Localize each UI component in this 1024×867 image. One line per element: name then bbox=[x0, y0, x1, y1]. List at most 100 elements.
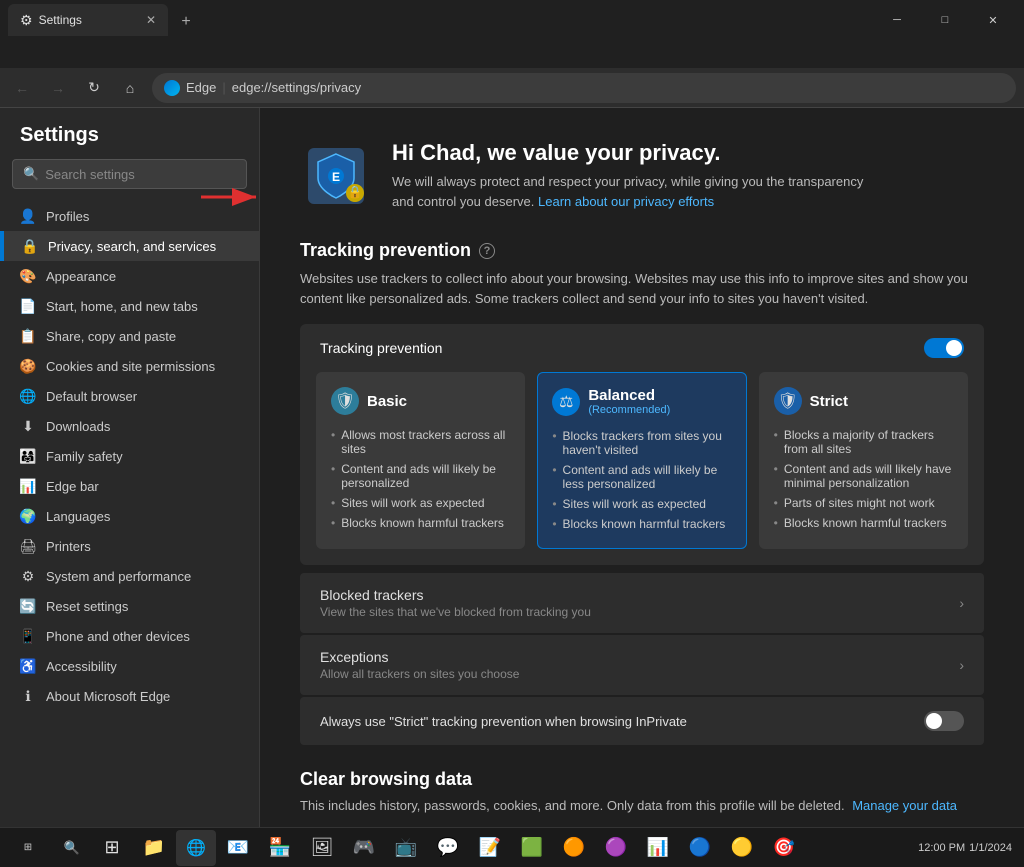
tracking-heading-text: Tracking prevention bbox=[300, 240, 471, 261]
maximize-button[interactable]: □ bbox=[922, 4, 968, 36]
clear-desc: This includes history, passwords, cookie… bbox=[300, 798, 984, 813]
sidebar-item-family-safety[interactable]: 👨‍👩‍👧 Family safety bbox=[0, 441, 259, 471]
app-layout: Settings 🔍 👤 Profiles 🔒 Privacy, search,… bbox=[0, 108, 1024, 827]
sidebar-item-downloads[interactable]: ⬇ Downloads bbox=[0, 411, 259, 441]
back-button[interactable]: ← bbox=[8, 74, 36, 102]
svg-text:E: E bbox=[332, 170, 340, 184]
appearance-icon: 🎨 bbox=[20, 268, 36, 284]
taskbar-app-notes[interactable]: 📝 bbox=[470, 830, 510, 866]
basic-card-bullets: Allows most trackers across all sites Co… bbox=[331, 425, 510, 533]
sidebar-item-label: Accessibility bbox=[46, 659, 117, 674]
sidebar-item-label: Reset settings bbox=[46, 599, 128, 614]
exceptions-row[interactable]: Exceptions Allow all trackers on sites y… bbox=[300, 635, 984, 695]
taskbar-app-widgets[interactable]: ⊞ bbox=[92, 830, 132, 866]
taskbar-app-store[interactable]: 🏪 bbox=[260, 830, 300, 866]
edge-taskbar-icon: 🌐 bbox=[186, 838, 206, 858]
card-header-balanced: ⚖ Balanced (Recommended) bbox=[552, 387, 731, 416]
taskbar: ⊞ 🔍 ⊞ 📁 🌐 📧 🏪 🖼 🎮 📺 💬 📝 🟩 🟠 🟣 📊 🔵 🟡 🎯 12… bbox=[0, 827, 1024, 867]
strict-bullet-2: Content and ads will likely have minimal… bbox=[774, 459, 953, 493]
basic-card-title: Basic bbox=[367, 393, 407, 410]
sidebar-item-profiles[interactable]: 👤 Profiles bbox=[0, 201, 259, 231]
basic-bullet-3: Sites will work as expected bbox=[331, 493, 510, 513]
privacy-header: E 🔒 Hi Chad, we value your privacy. We w… bbox=[300, 140, 984, 212]
taskbar-time: 12:00 PM bbox=[918, 842, 965, 854]
title-bar: ⚙ Settings ✕ + ─ □ ✕ bbox=[0, 0, 1024, 32]
sidebar-item-reset[interactable]: 🔄 Reset settings bbox=[0, 591, 259, 621]
address-bar: ← → ↻ ⌂ Edge | edge://settings/privacy bbox=[0, 68, 1024, 108]
sidebar-item-languages[interactable]: 🌍 Languages bbox=[0, 501, 259, 531]
tracking-card-strict[interactable]: 🛡 Strict Blocks a majority of trackers f… bbox=[759, 372, 968, 549]
balanced-bullet-1: Blocks trackers from sites you haven't v… bbox=[552, 426, 731, 460]
privacy-description: We will always protect and respect your … bbox=[392, 172, 863, 211]
forward-button[interactable]: → bbox=[44, 74, 72, 102]
start-label: ⊞ bbox=[24, 842, 32, 853]
taskbar-app-photos[interactable]: 🖼 bbox=[302, 830, 342, 866]
sidebar-item-phone[interactable]: 📱 Phone and other devices bbox=[0, 621, 259, 651]
taskbar-app-green[interactable]: 🟩 bbox=[512, 830, 552, 866]
exceptions-desc: Allow all trackers on sites you choose bbox=[320, 667, 519, 681]
sidebar-item-label: Default browser bbox=[46, 389, 137, 404]
minimize-button[interactable]: ─ bbox=[874, 4, 920, 36]
sidebar-item-edge-bar[interactable]: 📊 Edge bar bbox=[0, 471, 259, 501]
reload-button[interactable]: ↻ bbox=[80, 74, 108, 102]
search-box[interactable]: 🔍 bbox=[12, 159, 247, 189]
home-button[interactable]: ⌂ bbox=[116, 74, 144, 102]
tracking-panel-title: Tracking prevention bbox=[320, 340, 442, 356]
sidebar-item-label: About Microsoft Edge bbox=[46, 689, 170, 704]
taskbar-app-game[interactable]: 🎮 bbox=[344, 830, 384, 866]
balanced-card-title: Balanced bbox=[588, 387, 670, 404]
profiles-icon: 👤 bbox=[20, 208, 36, 224]
tab-close-icon[interactable]: ✕ bbox=[146, 13, 156, 27]
taskbar-app-edge[interactable]: 🌐 bbox=[176, 830, 216, 866]
edge-label: Edge bbox=[186, 80, 216, 95]
blocked-trackers-row[interactable]: Blocked trackers View the sites that we'… bbox=[300, 573, 984, 633]
sidebar-item-cookies[interactable]: 🍪 Cookies and site permissions bbox=[0, 351, 259, 381]
taskbar-app-excel[interactable]: 📊 bbox=[638, 830, 678, 866]
start-button[interactable]: ⊞ bbox=[4, 830, 52, 866]
inprivate-toggle[interactable] bbox=[924, 711, 964, 731]
tracking-card-basic[interactable]: 🛡 Basic Allows most trackers across all … bbox=[316, 372, 525, 549]
search-input[interactable] bbox=[45, 167, 236, 182]
sidebar-item-printers[interactable]: 🖨 Printers bbox=[0, 531, 259, 561]
tracking-card-balanced[interactable]: ⚖ Balanced (Recommended) Blocks trackers… bbox=[537, 372, 746, 549]
close-button[interactable]: ✕ bbox=[970, 4, 1016, 36]
taskbar-app-purple[interactable]: 🟣 bbox=[596, 830, 636, 866]
tracking-toggle[interactable] bbox=[924, 338, 964, 358]
taskbar-app-yellow[interactable]: 🟡 bbox=[722, 830, 762, 866]
privacy-learn-link[interactable]: Learn about our privacy efforts bbox=[538, 194, 714, 209]
balanced-card-subtitle: (Recommended) bbox=[588, 404, 670, 416]
sidebar-item-label: Start, home, and new tabs bbox=[46, 299, 198, 314]
help-icon[interactable]: ? bbox=[479, 243, 495, 259]
address-field[interactable]: Edge | edge://settings/privacy bbox=[152, 73, 1016, 103]
taskbar-app-mail[interactable]: 📧 bbox=[218, 830, 258, 866]
taskbar-search-button[interactable]: 🔍 bbox=[54, 830, 90, 866]
taskbar-app-explorer[interactable]: 📁 bbox=[134, 830, 174, 866]
taskbar-app-teams[interactable]: 💬 bbox=[428, 830, 468, 866]
blocked-trackers-chevron: › bbox=[959, 595, 964, 611]
tracking-desc: Websites use trackers to collect info ab… bbox=[300, 269, 984, 308]
taskbar-app-media[interactable]: 📺 bbox=[386, 830, 426, 866]
card-header-basic: 🛡 Basic bbox=[331, 387, 510, 415]
url-text: edge://settings/privacy bbox=[232, 80, 361, 95]
sidebar-item-label: Family safety bbox=[46, 449, 123, 464]
sidebar-item-about[interactable]: ℹ About Microsoft Edge bbox=[0, 681, 259, 711]
manage-data-link[interactable]: Manage your data bbox=[852, 798, 957, 813]
sidebar-item-privacy[interactable]: 🔒 Privacy, search, and services bbox=[0, 231, 259, 261]
sidebar-item-share-copy[interactable]: 📋 Share, copy and paste bbox=[0, 321, 259, 351]
edge-favicon bbox=[164, 80, 180, 96]
sidebar-item-accessibility[interactable]: ♿ Accessibility bbox=[0, 651, 259, 681]
sidebar-item-default-browser[interactable]: 🌐 Default browser bbox=[0, 381, 259, 411]
balanced-card-icon: ⚖ bbox=[552, 388, 580, 416]
sidebar-item-appearance[interactable]: 🎨 Appearance bbox=[0, 261, 259, 291]
taskbar-app-target[interactable]: 🎯 bbox=[764, 830, 804, 866]
about-icon: ℹ bbox=[20, 688, 36, 704]
taskbar-app-blue[interactable]: 🔵 bbox=[680, 830, 720, 866]
new-tab-button[interactable]: + bbox=[172, 8, 200, 36]
url-separator: | bbox=[222, 80, 225, 95]
settings-tab[interactable]: ⚙ Settings ✕ bbox=[8, 4, 168, 36]
taskbar-app-orange[interactable]: 🟠 bbox=[554, 830, 594, 866]
sidebar-item-start-home[interactable]: 📄 Start, home, and new tabs bbox=[0, 291, 259, 321]
card-header-strict: 🛡 Strict bbox=[774, 387, 953, 415]
main-content: E 🔒 Hi Chad, we value your privacy. We w… bbox=[260, 108, 1024, 827]
sidebar-item-system[interactable]: ⚙ System and performance bbox=[0, 561, 259, 591]
